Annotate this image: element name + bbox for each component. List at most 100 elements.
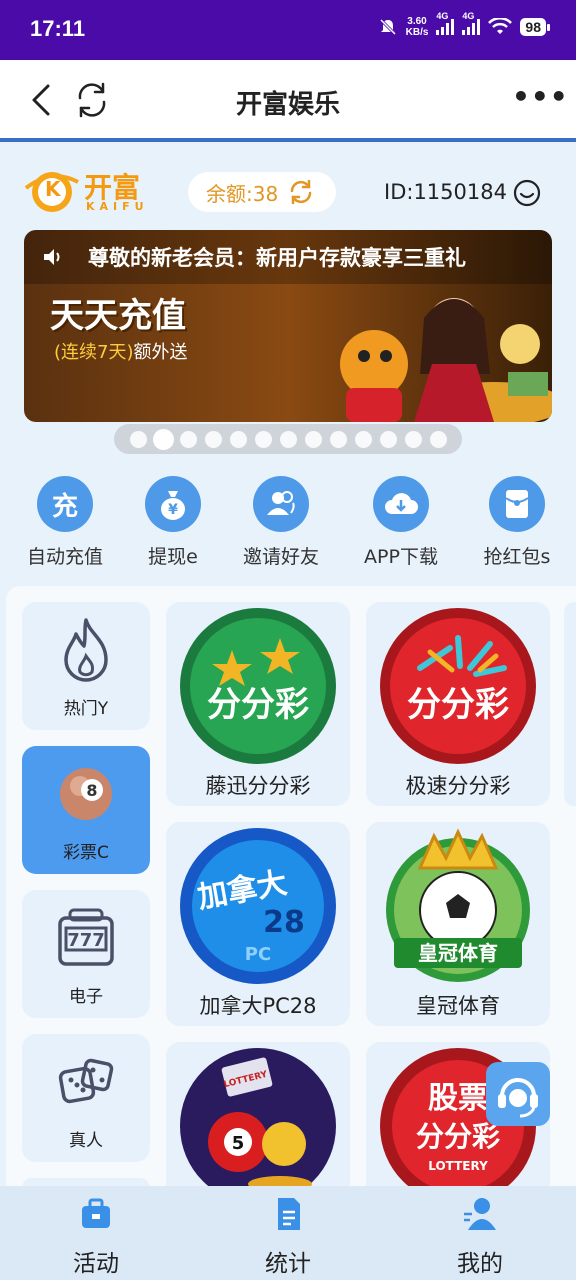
canada-pc28-logo: 加拿大 28 PC (180, 828, 336, 984)
status-indicators: 3.60 KB/s 4G 4G 98 (378, 11, 550, 38)
svg-text:分分彩: 分分彩 (207, 685, 309, 725)
headset-icon (498, 1078, 538, 1118)
banner-headline: 天天充值 (50, 296, 186, 336)
page-title: 开富娱乐 (235, 90, 340, 120)
carousel-dot[interactable] (304, 430, 322, 448)
category-slots[interactable]: 777 电子 (22, 890, 150, 1018)
more-menu-icon[interactable]: ••• (512, 82, 568, 118)
banner-sub-rest: 额外送 (133, 342, 188, 363)
quick-action-recharge[interactable]: 充 自动充值 (10, 476, 120, 569)
lottery-ball-icon: 8 (60, 768, 112, 820)
svg-text:5: 5 (232, 1133, 245, 1154)
battery-indicator: 98 (520, 18, 550, 36)
svg-text:¥: ¥ (168, 502, 178, 518)
quick-action-red-envelope[interactable]: 抢红包s (462, 476, 572, 569)
game-label: 皇冠体育 (416, 994, 500, 1018)
game-card-canada-pc28[interactable]: 加拿大 28 PC 加拿大PC28 (166, 822, 350, 1026)
signal-1-label: 4G (436, 10, 449, 21)
carousel-dot[interactable] (254, 430, 272, 448)
logo-letter: K (45, 177, 61, 201)
carousel-dot[interactable] (279, 430, 297, 448)
signal-2-label: 4G (462, 10, 475, 21)
banner-art-image (340, 298, 552, 422)
category-live[interactable]: 真人 (22, 1034, 150, 1162)
game-label: 藤迅分分彩 (205, 774, 311, 798)
quick-action-app-download[interactable]: APP下载 (346, 476, 456, 569)
wifi-icon (488, 18, 513, 34)
notice-text: 尊敬的新老会员：新用户存款豪享三重礼 (88, 246, 466, 270)
money-bag-icon: ¥ (145, 476, 201, 532)
status-time: 17:11 (30, 16, 86, 41)
quick-action-label: APP下载 (364, 546, 438, 568)
category-label: 真人 (69, 1131, 103, 1151)
svg-text:分分彩: 分分彩 (407, 685, 509, 725)
net-speed-unit: KB/s (405, 27, 429, 38)
category-label: 热门Y (63, 699, 109, 719)
carousel-dot[interactable] (179, 430, 197, 448)
carousel-dot[interactable] (329, 430, 347, 448)
cloud-download-icon (373, 476, 429, 532)
svg-text:8: 8 (86, 781, 97, 800)
game-label: 极速分分彩 (405, 774, 511, 798)
invite-friends-icon (253, 476, 309, 532)
signal-1-icon: 4G (436, 11, 455, 38)
category-more[interactable] (22, 1178, 150, 1186)
carousel-dot[interactable] (129, 430, 147, 448)
quick-action-withdraw[interactable]: ¥ 提现e (118, 476, 228, 569)
game-card-jisu-ffc[interactable]: 分分彩 极速分分彩 (366, 602, 550, 806)
jisu-ffc-logo: 分分彩 (380, 608, 536, 764)
refresh-balance-icon[interactable] (288, 179, 314, 205)
svg-text:777: 777 (67, 930, 105, 951)
game-card-lottery[interactable]: LOTTERY 5 (166, 1042, 350, 1186)
carousel-dot[interactable] (229, 430, 247, 448)
speaker-icon (44, 249, 60, 265)
category-lottery[interactable]: 8 彩票C (22, 746, 150, 874)
bottom-nav: 活动 统计 我的 (0, 1186, 576, 1280)
nav-label: 活动 (73, 1251, 119, 1277)
banner-subline: (连续7天)额外送 (54, 338, 188, 364)
game-card-tengxun-ffc[interactable]: 分分彩 藤迅分分彩 (166, 602, 350, 806)
nav-tab-stats[interactable]: 统计 (192, 1194, 384, 1278)
banner-sub-highlight: (连续7天) (54, 342, 134, 363)
carousel-dot[interactable] (204, 430, 222, 448)
user-id: ID:1150184 (384, 180, 507, 204)
carousel-dot[interactable] (429, 430, 447, 448)
quick-action-label: 自动充值 (26, 546, 103, 568)
quick-action-label: 邀请好友 (242, 546, 319, 568)
nav-tab-mine[interactable]: 我的 (384, 1194, 576, 1278)
net-speed-value: 3.60 (407, 16, 427, 27)
nav-tab-activity[interactable]: 活动 (0, 1194, 192, 1278)
briefcase-icon (82, 1198, 110, 1228)
quick-action-invite[interactable]: 邀请好友 (226, 476, 336, 569)
svg-text:PC: PC (245, 944, 271, 965)
slot-777-icon: 777 (58, 908, 114, 966)
lottery-balls-logo: LOTTERY 5 (180, 1048, 336, 1186)
promo-banner[interactable]: 尊敬的新老会员：新用户存款豪享三重礼 天天充值 (连续7天)额外送 (24, 230, 552, 422)
notice-marquee: 尊敬的新老会员：新用户存款豪享三重礼 (24, 230, 552, 284)
category-hot[interactable]: 热门Y (22, 602, 150, 730)
signal-2-icon: 4G (462, 11, 481, 38)
chat-bubble-icon[interactable] (512, 178, 542, 208)
nav-label: 我的 (457, 1251, 503, 1277)
document-icon (278, 1198, 300, 1230)
dice-icon (58, 1058, 114, 1104)
balance-pill[interactable]: 余额:38 (188, 172, 336, 212)
quick-action-label: 提现e (148, 546, 198, 568)
balance-text: 余额:38 (206, 181, 279, 206)
tengxun-ffc-logo: 分分彩 (180, 608, 336, 764)
carousel-dot[interactable] (404, 430, 422, 448)
game-card-crown-sports[interactable]: 皇冠体育 皇冠体育 (366, 822, 550, 1026)
crown-sports-logo: 皇冠体育 (386, 828, 530, 982)
carousel-dot[interactable] (379, 430, 397, 448)
carousel-dots (114, 424, 462, 454)
net-speed: 3.60 KB/s (406, 16, 429, 38)
recharge-icon: 充 (37, 476, 93, 532)
svg-text:皇冠体育: 皇冠体育 (418, 941, 498, 965)
svg-text:28: 28 (263, 905, 305, 940)
quick-action-label: 抢红包s (483, 546, 551, 568)
customer-service-button[interactable] (486, 1062, 550, 1126)
carousel-dot[interactable] (354, 430, 372, 448)
carousel-dot[interactable] (154, 430, 172, 448)
flame-icon (64, 618, 108, 682)
user-icon (464, 1198, 496, 1230)
